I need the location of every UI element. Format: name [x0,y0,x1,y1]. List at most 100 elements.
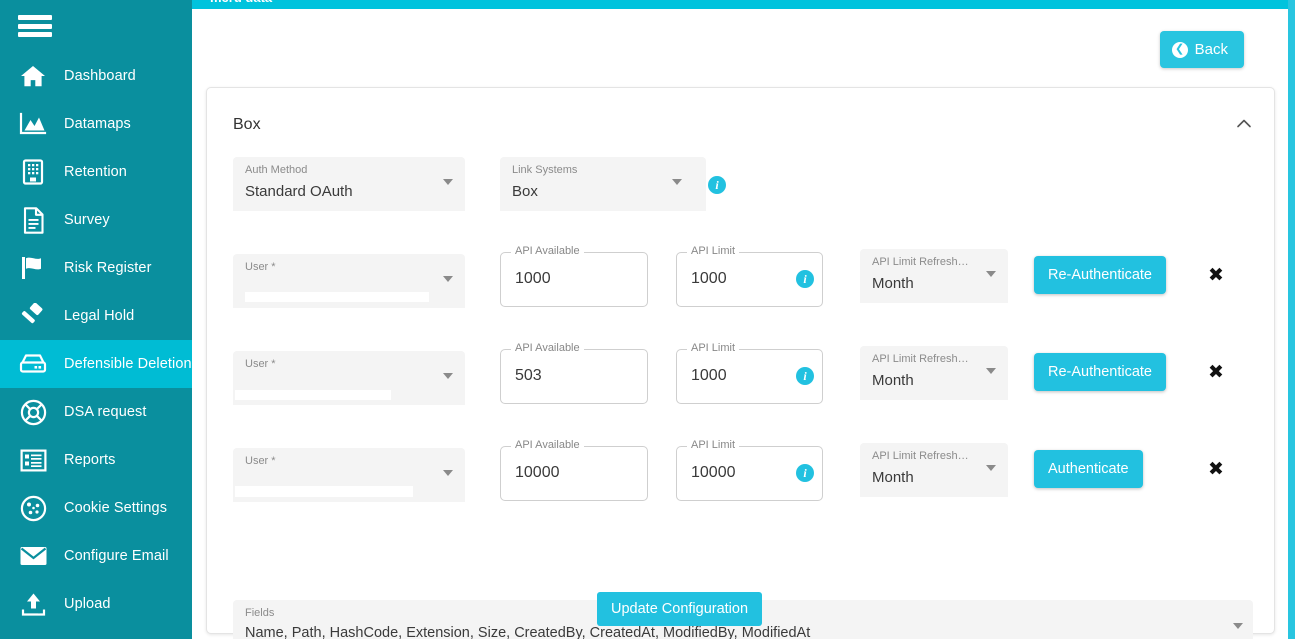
sidebar-item-retention[interactable]: Retention [0,148,192,196]
chart-icon [16,109,50,139]
sidebar: Dashboard Datamaps Retention Survey Risk Reg… [0,0,192,639]
home-icon [16,61,50,91]
api-limit-info-icon[interactable]: i [796,270,814,288]
redaction-overlay [235,390,391,400]
sidebar-item-label: Risk Register [64,260,152,276]
sidebar-item-legal-hold[interactable]: Legal Hold [0,292,192,340]
right-edge-strip [1288,0,1295,639]
sidebar-item-cookie-settings[interactable]: Cookie Settings [0,484,192,532]
user-select[interactable]: User * [233,351,465,405]
user-label: User * [245,261,276,273]
sidebar-item-label: Upload [64,596,111,612]
sidebar-item-label: Survey [64,212,110,228]
card-title: Box [233,116,261,133]
api-limit-refresh-select[interactable]: API Limit Refresh… Month [860,249,1008,303]
api-limit-value: 1000 [691,270,727,287]
hamburger-icon[interactable] [18,12,54,40]
user-select[interactable]: User * [233,254,465,308]
auth-method-select[interactable]: Auth Method Standard OAuth [233,157,465,211]
brand-title: meru data [210,0,272,5]
api-limit-refresh-select[interactable]: API Limit Refresh… Month [860,346,1008,400]
api-limit-label: API Limit [687,439,740,451]
sidebar-item-configure-email[interactable]: Configure Email [0,532,192,580]
api-available-field[interactable]: API Available 10000 [500,439,648,501]
sidebar-nav: Dashboard Datamaps Retention Survey Risk Reg… [0,52,192,628]
sidebar-item-label: Configure Email [64,548,169,564]
building-icon [16,157,50,187]
close-icon[interactable]: ✖ [1208,363,1224,382]
chevron-down-icon [443,179,453,185]
sidebar-item-label: Legal Hold [64,308,135,324]
sidebar-item-reports[interactable]: Reports [0,436,192,484]
user-select[interactable]: User * [233,448,465,502]
api-limit-refresh-value: Month [872,275,914,292]
fields-value: Name, Path, HashCode, Extension, Size, C… [245,625,811,639]
api-available-label: API Available [511,342,584,354]
sidebar-item-label: Reports [64,452,116,468]
user-label: User * [245,455,276,467]
user-label: User * [245,358,276,370]
api-available-label: API Available [511,439,584,451]
api-limit-info-icon[interactable]: i [796,464,814,482]
chevron-down-icon [1233,623,1243,629]
document-icon [16,205,50,235]
app-root: Dashboard Datamaps Retention Survey Risk Reg… [0,0,1295,639]
api-limit-label: API Limit [687,342,740,354]
api-limit-refresh-value: Month [872,372,914,389]
api-available-value: 503 [515,367,542,384]
back-button[interactable]: ❮ Back [1159,31,1244,68]
auth-method-value: Standard OAuth [245,183,353,200]
sidebar-item-label: Retention [64,164,127,180]
chevron-down-icon [986,271,996,277]
content-area: ❮ Back Box Auth Method Standard OAuth Li… [192,9,1288,639]
api-limit-value: 10000 [691,464,736,481]
chevron-down-icon [986,465,996,471]
drive-icon [16,349,50,379]
link-systems-info-icon[interactable]: i [708,176,726,194]
api-limit-value: 1000 [691,367,727,384]
sidebar-item-defensible-deletion[interactable]: Defensible Deletion [0,340,192,388]
api-available-field[interactable]: API Available 1000 [500,245,648,307]
sidebar-item-dashboard[interactable]: Dashboard [0,52,192,100]
api-limit-refresh-label: API Limit Refresh… [872,353,969,365]
chevron-down-icon [986,368,996,374]
envelope-icon [16,541,50,571]
upload-icon [16,589,50,619]
link-systems-select[interactable]: Link Systems Box [500,157,706,211]
api-limit-refresh-select[interactable]: API Limit Refresh… Month [860,443,1008,497]
close-icon[interactable]: ✖ [1208,460,1224,479]
api-limit-refresh-label: API Limit Refresh… [872,256,969,268]
api-available-value: 10000 [515,464,560,481]
sidebar-item-dsa-request[interactable]: DSA request [0,388,192,436]
integration-card: Box Auth Method Standard OAuth Link Syst… [206,87,1275,639]
sidebar-item-upload[interactable]: Upload [0,580,192,628]
chevron-up-icon[interactable] [1234,114,1254,134]
authenticate-button[interactable]: Re-Authenticate [1034,353,1166,391]
redaction-overlay [235,486,413,497]
gavel-icon [16,301,50,331]
api-limit-refresh-value: Month [872,469,914,486]
fields-label: Fields [245,607,275,619]
chevron-down-icon [443,470,453,476]
sidebar-item-label: Defensible Deletion [64,356,192,372]
authenticate-button[interactable]: Authenticate [1034,450,1143,488]
sidebar-item-label: Cookie Settings [64,500,168,516]
auth-method-label: Auth Method [245,164,308,176]
redaction-overlay [245,292,429,302]
link-systems-label: Link Systems [512,164,578,176]
sidebar-item-label: DSA request [64,404,147,420]
authenticate-button[interactable]: Re-Authenticate [1034,256,1166,294]
cookie-icon [16,493,50,523]
api-limit-info-icon[interactable]: i [796,367,814,385]
update-configuration-button[interactable]: Update Configuration [597,592,763,626]
api-available-field[interactable]: API Available 503 [500,342,648,404]
lifebuoy-icon [16,397,50,427]
api-limit-label: API Limit [687,245,740,257]
link-systems-value: Box [512,183,538,200]
flag-icon [16,253,50,283]
chevron-down-icon [443,373,453,379]
sidebar-item-datamaps[interactable]: Datamaps [0,100,192,148]
sidebar-item-survey[interactable]: Survey [0,196,192,244]
sidebar-item-risk-register[interactable]: Risk Register [0,244,192,292]
close-icon[interactable]: ✖ [1208,266,1224,285]
